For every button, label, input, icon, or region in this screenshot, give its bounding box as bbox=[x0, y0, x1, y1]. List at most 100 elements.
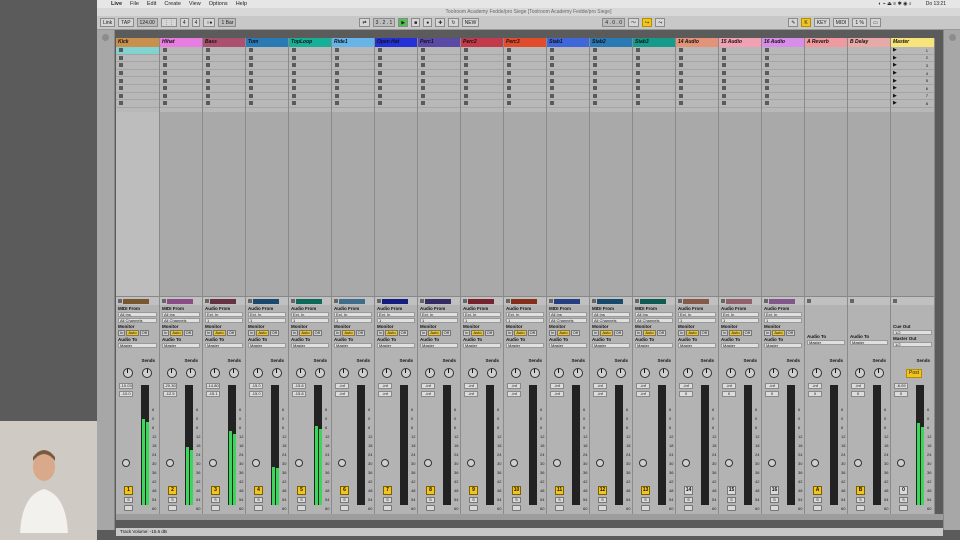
song-position[interactable]: 3 . 2 . 1 bbox=[372, 18, 396, 27]
output-select[interactable]: Master bbox=[721, 343, 759, 348]
status-icons[interactable]: ◐ ⌁ ⏏ ≡ ✱ ◉ ⌕ bbox=[878, 1, 911, 7]
stop-clips-icon[interactable] bbox=[592, 299, 596, 303]
slot-stop-icon[interactable] bbox=[163, 63, 167, 68]
monitor-auto[interactable]: Auto bbox=[514, 330, 527, 336]
clip-slot[interactable] bbox=[246, 55, 288, 63]
clip-slot[interactable] bbox=[461, 47, 503, 55]
solo-button[interactable]: S bbox=[297, 497, 306, 503]
solo-button[interactable]: S bbox=[813, 497, 822, 503]
monitor-in[interactable]: In bbox=[635, 330, 643, 336]
track-title[interactable]: Stab1 bbox=[547, 38, 589, 47]
slot-stop-icon[interactable] bbox=[206, 78, 210, 83]
scene-play-icon[interactable]: ▶ bbox=[893, 85, 897, 91]
volume-readout[interactable]: -inf bbox=[464, 383, 478, 389]
monitor-auto[interactable]: Auto bbox=[385, 330, 398, 336]
slot-stop-icon[interactable] bbox=[249, 101, 253, 106]
slot-stop-icon[interactable] bbox=[421, 93, 425, 98]
input-channel-select[interactable]: All Channels bbox=[549, 318, 587, 323]
arm-button[interactable] bbox=[813, 505, 822, 511]
monitor-toggle[interactable]: In Auto Off bbox=[205, 330, 243, 336]
clip-slot[interactable] bbox=[504, 77, 546, 85]
slot-stop-icon[interactable] bbox=[679, 93, 683, 98]
clip-slot[interactable] bbox=[116, 47, 159, 55]
pan-knob[interactable] bbox=[122, 459, 130, 467]
volume-readout[interactable]: -inf bbox=[679, 383, 693, 389]
output-select[interactable]: Master bbox=[463, 343, 501, 348]
track-title[interactable]: Bass bbox=[203, 38, 245, 47]
send-b-knob[interactable] bbox=[142, 368, 153, 378]
solo-button[interactable]: S bbox=[555, 497, 564, 503]
send-b-knob[interactable] bbox=[529, 368, 540, 378]
pan-knob[interactable] bbox=[338, 459, 346, 467]
clip-slot[interactable] bbox=[246, 85, 288, 93]
scene-launch[interactable]: ▶ 6 bbox=[891, 85, 934, 93]
input-channel-select[interactable]: 1 bbox=[291, 318, 329, 323]
send-a-knob[interactable] bbox=[854, 368, 865, 378]
menu-create[interactable]: Create bbox=[164, 1, 181, 7]
send-b-knob[interactable] bbox=[314, 368, 325, 378]
clip-slot[interactable] bbox=[590, 70, 632, 78]
monitor-toggle[interactable]: In Auto Off bbox=[635, 330, 673, 336]
slot-stop-icon[interactable] bbox=[119, 63, 123, 68]
slot-stop-icon[interactable] bbox=[292, 71, 296, 76]
monitor-off[interactable]: Off bbox=[570, 330, 580, 336]
clip-slot[interactable] bbox=[590, 55, 632, 63]
send-b-knob[interactable] bbox=[228, 368, 239, 378]
slot-stop-icon[interactable] bbox=[292, 78, 296, 83]
scene-launch[interactable]: ▶ 2 bbox=[891, 55, 934, 63]
view-toggle-icon[interactable] bbox=[948, 34, 956, 41]
stop-clips-icon[interactable] bbox=[721, 299, 725, 303]
pan-knob[interactable] bbox=[639, 459, 647, 467]
pan-knob[interactable] bbox=[682, 459, 690, 467]
monitor-off[interactable]: Off bbox=[742, 330, 752, 336]
volume-readout[interactable]: -inf bbox=[421, 383, 435, 389]
slot-stop-icon[interactable] bbox=[636, 93, 640, 98]
slot-stop-icon[interactable] bbox=[335, 86, 339, 91]
slot-stop-icon[interactable] bbox=[206, 86, 210, 91]
solo-button[interactable]: S bbox=[641, 497, 650, 503]
arm-button[interactable] bbox=[297, 505, 306, 511]
clip-slot[interactable] bbox=[375, 62, 417, 70]
loop-position[interactable]: 4 . 0 . 0 bbox=[602, 18, 625, 27]
clip-slot[interactable] bbox=[289, 100, 331, 108]
input-type-select[interactable]: Ext. In bbox=[291, 312, 329, 317]
track-activator-button[interactable]: 5 bbox=[297, 486, 306, 495]
slot-stop-icon[interactable] bbox=[378, 48, 382, 53]
clip-slot[interactable] bbox=[160, 100, 202, 108]
monitor-toggle[interactable]: In Auto Off bbox=[506, 330, 544, 336]
clip-slot[interactable] bbox=[289, 55, 331, 63]
slot-stop-icon[interactable] bbox=[163, 78, 167, 83]
clip-slot[interactable] bbox=[762, 70, 804, 78]
slot-stop-icon[interactable] bbox=[464, 71, 468, 76]
slot-stop-icon[interactable] bbox=[593, 93, 597, 98]
automation-icon[interactable]: ⤳ bbox=[655, 18, 666, 27]
slot-stop-icon[interactable] bbox=[507, 78, 511, 83]
metronome-icon[interactable]: ○● bbox=[203, 18, 216, 27]
slot-stop-icon[interactable] bbox=[292, 86, 296, 91]
monitor-auto[interactable]: Auto bbox=[213, 330, 226, 336]
input-channel-select[interactable]: 1 bbox=[463, 318, 501, 323]
slot-stop-icon[interactable] bbox=[636, 101, 640, 106]
slot-stop-icon[interactable] bbox=[765, 86, 769, 91]
track-activator-button[interactable]: A bbox=[813, 486, 822, 495]
clip-slot[interactable] bbox=[676, 55, 718, 63]
monitor-off[interactable]: Off bbox=[355, 330, 365, 336]
overdub-icon[interactable]: ✚ bbox=[435, 18, 446, 27]
menu-file[interactable]: File bbox=[130, 1, 139, 7]
loop-icon[interactable]: ↻ bbox=[448, 18, 459, 27]
clip-slot[interactable] bbox=[547, 100, 589, 108]
track-activator-button[interactable]: 2 bbox=[168, 486, 177, 495]
track-title[interactable]: Perc3 bbox=[504, 38, 546, 47]
clip-slot[interactable] bbox=[246, 70, 288, 78]
clip-slot[interactable] bbox=[547, 70, 589, 78]
solo-button[interactable]: S bbox=[124, 497, 133, 503]
stop-clips-icon[interactable] bbox=[463, 299, 467, 303]
track-title[interactable]: Hihat bbox=[160, 38, 202, 47]
clip-slot[interactable] bbox=[633, 85, 675, 93]
slot-stop-icon[interactable] bbox=[292, 63, 296, 68]
slot-stop-icon[interactable] bbox=[464, 48, 468, 53]
clip-slot[interactable] bbox=[375, 93, 417, 101]
slot-stop-icon[interactable] bbox=[593, 101, 597, 106]
pan-knob[interactable] bbox=[553, 459, 561, 467]
arm-button[interactable] bbox=[512, 505, 521, 511]
